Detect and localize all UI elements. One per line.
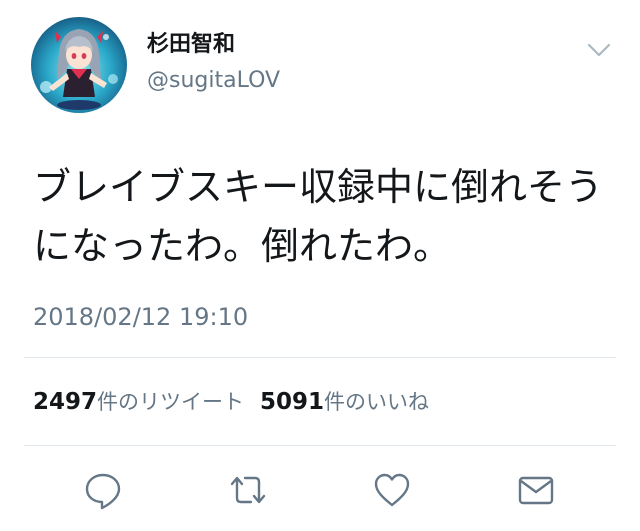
like-count-label: 件のいいね bbox=[324, 390, 430, 414]
reply-icon bbox=[85, 473, 121, 510]
tweet-text: ブレイブスキー収録中に倒れそうになったわ。倒れたわ。 bbox=[33, 165, 604, 268]
direct-message-envelope-icon bbox=[518, 476, 554, 505]
tweet-stats: 2497件のリツイート 5091件のいいね bbox=[33, 385, 429, 419]
retweet-count: 2497 bbox=[33, 389, 98, 415]
author-avatar[interactable] bbox=[31, 17, 127, 113]
direct-message-button[interactable] bbox=[514, 468, 558, 512]
like-button[interactable] bbox=[370, 468, 414, 512]
retweet-icon bbox=[230, 476, 266, 504]
like-count-stat[interactable]: 5091件のいいね bbox=[260, 385, 429, 420]
retweet-button[interactable] bbox=[226, 468, 270, 512]
divider bbox=[24, 445, 616, 446]
author-handle[interactable]: @sugitaLOV bbox=[147, 66, 280, 96]
author-display-name[interactable]: 杉田智和 bbox=[147, 30, 235, 60]
tweet-timestamp[interactable]: 2018/02/12 19:10 bbox=[33, 301, 248, 333]
retweet-count-stat[interactable]: 2497件のリツイート bbox=[33, 385, 244, 420]
divider bbox=[24, 357, 616, 358]
like-heart-icon bbox=[374, 473, 410, 507]
like-count: 5091 bbox=[260, 389, 325, 415]
anime-character-avatar-icon bbox=[31, 17, 127, 113]
retweet-count-label: 件のリツイート bbox=[97, 390, 245, 414]
chevron-down-icon[interactable] bbox=[584, 38, 614, 62]
reply-button[interactable] bbox=[81, 468, 125, 512]
